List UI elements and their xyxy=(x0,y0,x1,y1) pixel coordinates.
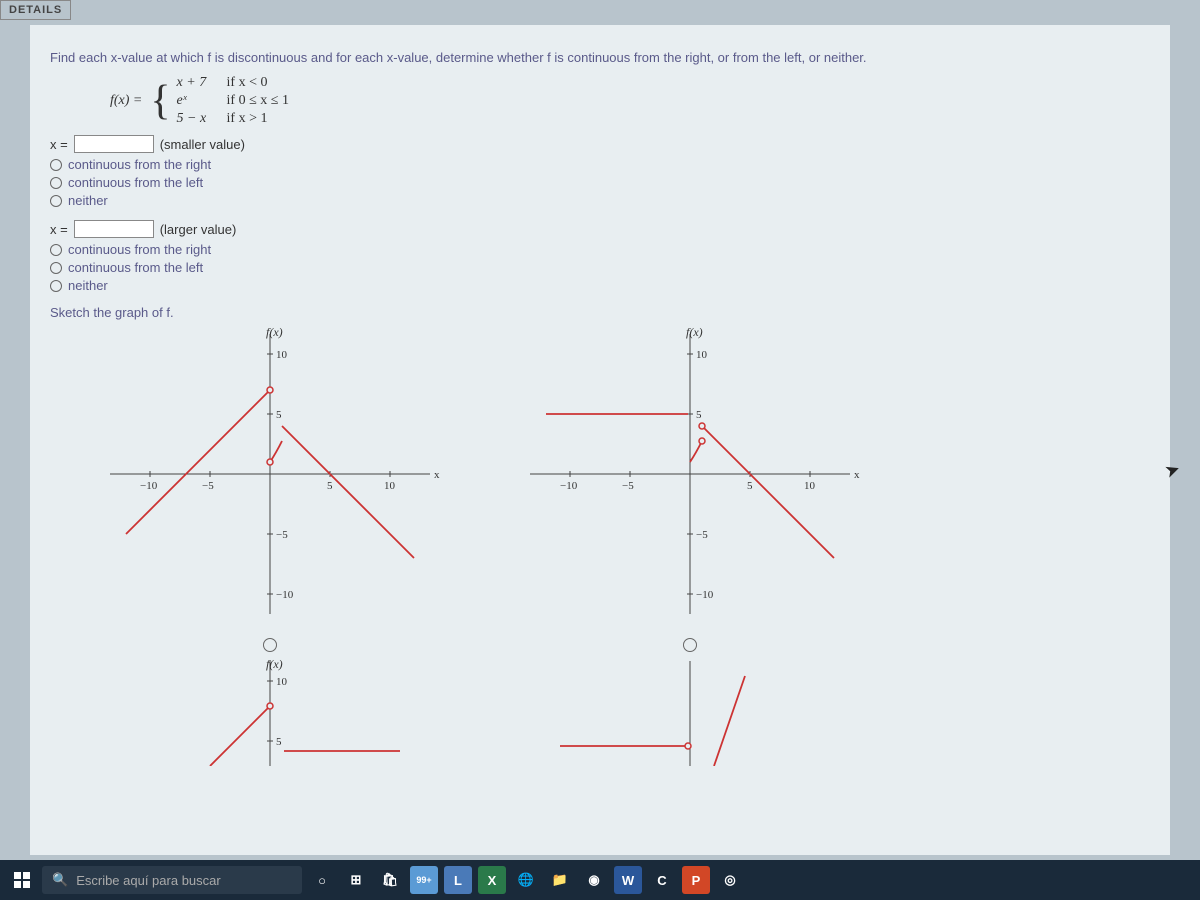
radio-label: neither xyxy=(68,278,108,293)
x-axis-label: x xyxy=(434,469,440,481)
svg-text:10: 10 xyxy=(276,349,288,361)
radio-left[interactable] xyxy=(50,262,62,274)
svg-text:−5: −5 xyxy=(202,480,214,492)
radio-label: continuous from the left xyxy=(68,260,203,275)
svg-text:5: 5 xyxy=(747,480,753,492)
app-green-icon[interactable]: ◉ xyxy=(580,866,608,894)
svg-text:−5: −5 xyxy=(622,480,634,492)
search-placeholder: Escribe aquí para buscar xyxy=(76,873,221,888)
svg-text:5: 5 xyxy=(696,409,702,421)
radio-label: continuous from the left xyxy=(68,175,203,190)
svg-text:10: 10 xyxy=(804,480,816,492)
task-view-icon[interactable]: ⊞ xyxy=(342,866,370,894)
svg-text:−10: −10 xyxy=(276,589,294,601)
start-button[interactable] xyxy=(8,866,36,894)
brace-icon: { xyxy=(150,80,170,122)
fx-equals: f(x) = xyxy=(110,93,142,109)
x-equals-label: x = xyxy=(50,222,68,237)
word-icon[interactable]: W xyxy=(614,866,642,894)
piece-expr: eˣ xyxy=(177,93,227,109)
app-c-icon[interactable]: C xyxy=(648,866,676,894)
radio-left[interactable] xyxy=(50,177,62,189)
graph-option-b-radio[interactable] xyxy=(683,638,697,652)
svg-text:10: 10 xyxy=(696,349,708,361)
svg-text:−5: −5 xyxy=(696,529,708,541)
app-x-icon[interactable]: X xyxy=(478,866,506,894)
graph-option-b[interactable]: f(x) x −10 −5 5 10 10 5 −5 −10 xyxy=(510,324,870,624)
graph-option-a[interactable]: f(x) x −10 −5 5 10 10 5 −5 −10 xyxy=(90,324,450,624)
answer-larger: x = (larger value) continuous from the r… xyxy=(50,220,1150,293)
x-axis-label: x xyxy=(854,469,860,481)
powerpoint-icon[interactable]: P xyxy=(682,866,710,894)
svg-text:10: 10 xyxy=(276,676,288,688)
question-panel: Find each x-value at which f is disconti… xyxy=(30,25,1170,855)
radio-right[interactable] xyxy=(50,244,62,256)
tab-details[interactable]: DETAILS xyxy=(0,0,71,20)
edge-icon[interactable]: 🌐 xyxy=(512,866,540,894)
x-equals-label: x = xyxy=(50,137,68,152)
radio-neither[interactable] xyxy=(50,280,62,292)
piece-cond: if x > 1 xyxy=(227,111,268,127)
file-explorer-icon[interactable]: 📁 xyxy=(546,866,574,894)
graph-option-a-radio[interactable] xyxy=(263,638,277,652)
svg-text:10: 10 xyxy=(384,480,396,492)
ticks: −10 −5 5 10 10 5 −5 −10 xyxy=(140,349,396,601)
search-icon: 🔍 xyxy=(52,872,68,888)
fx-axis-label: f(x) xyxy=(266,325,283,339)
taskbar: 🔍 Escribe aquí para buscar ○ ⊞ 🛍 99+ L X… xyxy=(0,860,1200,900)
larger-hint: (larger value) xyxy=(160,222,237,237)
store-icon[interactable]: 🛍 xyxy=(376,866,404,894)
piece-cond: if 0 ≤ x ≤ 1 xyxy=(227,93,289,109)
graph-option-c[interactable]: f(x) 10 5 xyxy=(90,656,450,766)
svg-text:5: 5 xyxy=(327,480,333,492)
ticks: −10 −5 5 10 10 5 −5 −10 xyxy=(560,349,816,601)
svg-text:−10: −10 xyxy=(560,480,578,492)
graphs-row-2: f(x) 10 5 xyxy=(90,656,1150,766)
chrome-icon[interactable]: ◎ xyxy=(716,866,744,894)
answer-smaller: x = (smaller value) continuous from the … xyxy=(50,135,1150,208)
svg-text:−10: −10 xyxy=(140,480,158,492)
cortana-icon[interactable]: ○ xyxy=(308,866,336,894)
smaller-value-input[interactable] xyxy=(74,135,154,153)
smaller-hint: (smaller value) xyxy=(160,137,245,152)
piece-expr: x + 7 xyxy=(177,75,227,91)
svg-text:5: 5 xyxy=(276,736,282,748)
graph-option-d[interactable] xyxy=(510,656,870,766)
larger-value-input[interactable] xyxy=(74,220,154,238)
fx-axis-label: f(x) xyxy=(266,657,283,671)
svg-text:−5: −5 xyxy=(276,529,288,541)
taskbar-search[interactable]: 🔍 Escribe aquí para buscar xyxy=(42,866,302,894)
radio-neither[interactable] xyxy=(50,195,62,207)
mail-badge-icon[interactable]: 99+ xyxy=(410,866,438,894)
piece-cond: if x < 0 xyxy=(227,75,268,91)
radio-label: continuous from the right xyxy=(68,157,211,172)
svg-text:−10: −10 xyxy=(696,589,714,601)
radio-label: continuous from the right xyxy=(68,242,211,257)
svg-text:5: 5 xyxy=(276,409,282,421)
graphs-row-1: f(x) x −10 −5 5 10 10 5 −5 −10 xyxy=(90,324,1150,652)
windows-icon xyxy=(14,872,30,888)
fx-axis-label: f(x) xyxy=(686,325,703,339)
sketch-label: Sketch the graph of f. xyxy=(50,305,1150,320)
radio-label: neither xyxy=(68,193,108,208)
radio-right[interactable] xyxy=(50,159,62,171)
question-text: Find each x-value at which f is disconti… xyxy=(50,50,1150,65)
app-l-icon[interactable]: L xyxy=(444,866,472,894)
piecewise-function: f(x) = { x + 7if x < 0 eˣif 0 ≤ x ≤ 1 5 … xyxy=(110,75,1150,127)
top-tabs: DETAILS xyxy=(0,0,1200,20)
piece-expr: 5 − x xyxy=(177,111,227,127)
